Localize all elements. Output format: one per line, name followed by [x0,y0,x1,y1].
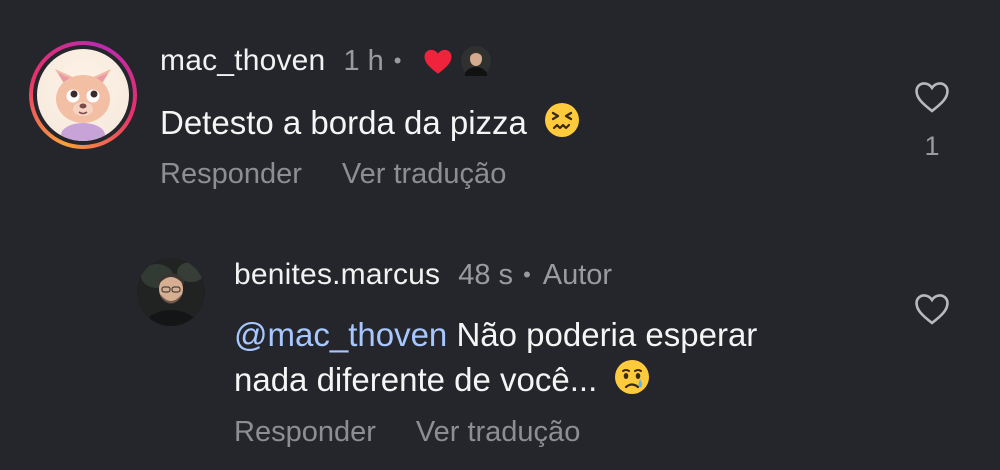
like-count: 1 [924,131,940,161]
like-column: 1 [902,80,962,162]
author-avatar-icon [137,258,205,326]
see-translation-button[interactable]: Ver tradução [416,416,580,449]
reply-text: @mac_thoven Não poderia esperar nada dif… [234,312,757,406]
crying-face-emoji-icon [614,359,650,406]
reply-header: benites.marcus 48 s • Autor [234,258,612,292]
avatar[interactable] [37,49,129,141]
comment-header: mac_thoven 1 h • [160,44,492,78]
username[interactable]: mac_thoven [160,44,325,78]
like-column [902,292,962,331]
comment-actions: Responder Ver tradução [160,158,546,191]
timestamp: 1 h [343,44,384,77]
timestamp: 48 s [458,258,514,291]
separator-dot: • [393,48,402,73]
reply-actions: Responder Ver tradução [234,416,620,449]
mention-link[interactable]: @mac_thoven [234,316,447,353]
reply-body-line2: nada diferente de você... [234,361,598,398]
confounded-face-emoji-icon [544,102,580,149]
dog-avatar-icon [55,69,111,141]
author-mini-avatar [461,46,492,76]
separator-dot: • [523,262,531,287]
username[interactable]: benites.marcus [234,258,440,292]
comment-text: Detesto a borda da pizza [160,100,580,149]
see-translation-button[interactable]: Ver tradução [342,158,506,191]
story-ring[interactable] [29,41,137,149]
reply-button[interactable]: Responder [160,158,302,191]
reply-button[interactable]: Responder [234,416,376,449]
avatar[interactable] [137,258,205,326]
comment-body: Detesto a borda da pizza [160,104,527,141]
heart-outline-icon[interactable] [913,292,951,331]
author-badge: Autor [542,258,613,291]
heart-outline-icon[interactable] [913,80,951,119]
reply-body-line1: Não poderia esperar [447,316,758,353]
red-heart-icon [423,48,453,75]
